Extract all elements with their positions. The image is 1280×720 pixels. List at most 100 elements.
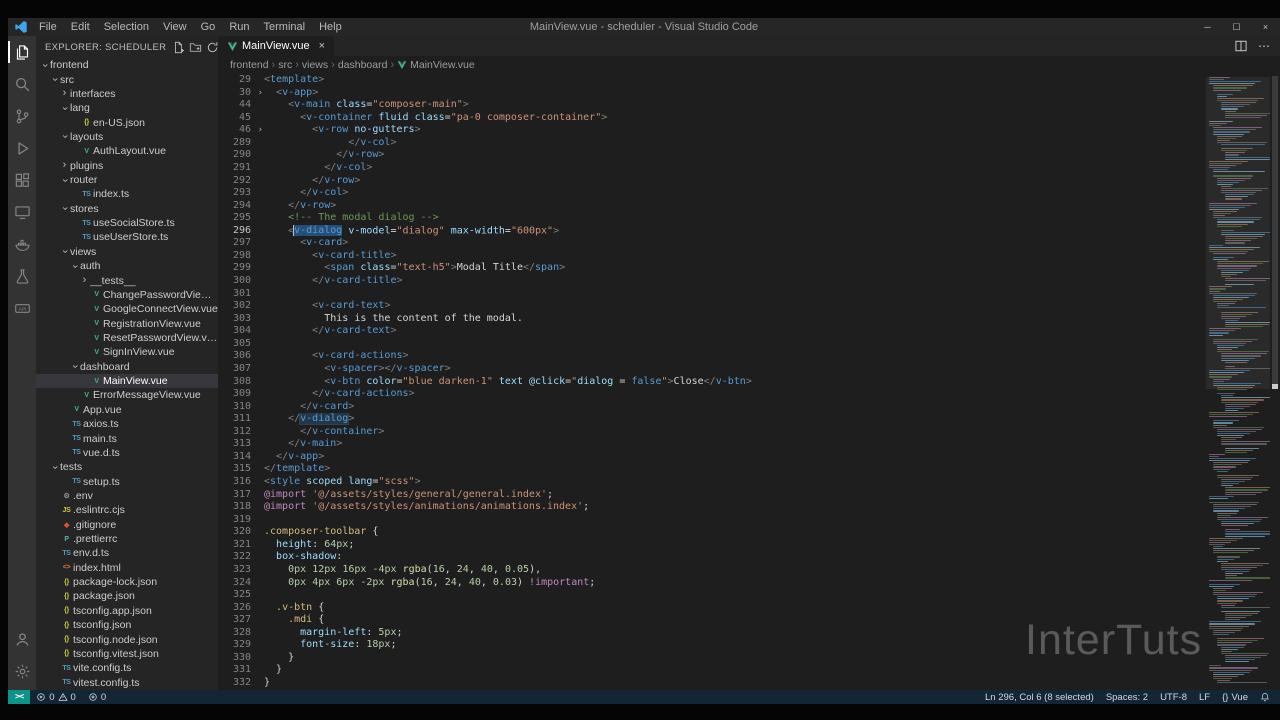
- code-line[interactable]: 296 <v-dialog v-model="dialog" max-width…: [218, 224, 1206, 238]
- activity-accounts-icon[interactable]: [8, 623, 36, 655]
- activity-explorer-icon[interactable]: [8, 36, 36, 68]
- tab-mainview[interactable]: MainView.vue ×: [218, 36, 335, 56]
- breadcrumb-item[interactable]: views: [302, 59, 328, 71]
- code-line[interactable]: 301: [218, 288, 1206, 301]
- tree-item[interactable]: V SignInView.vue: [36, 345, 218, 359]
- minimap[interactable]: [1206, 74, 1270, 690]
- code-line[interactable]: 300 </v-card-title>: [218, 275, 1206, 288]
- tree-item[interactable]: {} tsconfig.vitest.json: [36, 647, 218, 661]
- tree-item[interactable]: › auth: [36, 259, 218, 273]
- activity-remote-explorer-icon[interactable]: [8, 196, 36, 228]
- code-line[interactable]: 309 </v-card-actions>: [218, 388, 1206, 401]
- code-line[interactable]: 311 </v-dialog>: [218, 413, 1206, 426]
- scrollbar-thumb[interactable]: [1272, 76, 1278, 388]
- code-line[interactable]: 325: [218, 589, 1206, 602]
- menu-selection[interactable]: Selection: [97, 18, 156, 36]
- code-line[interactable]: 298 <v-card-title>: [218, 250, 1206, 263]
- tree-item[interactable]: › interfaces: [36, 87, 218, 101]
- breadcrumb-item[interactable]: src: [278, 59, 292, 71]
- tree-item[interactable]: {} tsconfig.json: [36, 618, 218, 632]
- tree-item[interactable]: › stores: [36, 202, 218, 216]
- tree-item[interactable]: › layouts: [36, 130, 218, 144]
- code-line[interactable]: 294 </v-row>: [218, 200, 1206, 213]
- code-line[interactable]: 319: [218, 514, 1206, 527]
- tree-item[interactable]: TS main.ts: [36, 431, 218, 445]
- code-line[interactable]: 292 </v-row>: [218, 175, 1206, 188]
- code-line[interactable]: 313 </v-main>: [218, 438, 1206, 451]
- code-line[interactable]: 30 › <v-app>: [218, 87, 1206, 100]
- code-line[interactable]: 324 0px 4px 6px -2px rgba(16, 24, 40, 0.…: [218, 577, 1206, 590]
- tree-item[interactable]: V ResetPasswordView.vue: [36, 331, 218, 345]
- code-line[interactable]: 317 @import '@/assets/styles/general/gene…: [218, 489, 1206, 502]
- code-line[interactable]: 310 </v-card>: [218, 401, 1206, 414]
- activity-testing-icon[interactable]: [8, 260, 36, 292]
- code-line[interactable]: 331 }: [218, 664, 1206, 677]
- code-line[interactable]: 308 <v-btn color="blue darken-1" text @c…: [218, 376, 1206, 389]
- breadcrumb-item[interactable]: MainView.vue: [397, 59, 475, 71]
- tree-item[interactable]: › src: [36, 72, 218, 86]
- code-line[interactable]: 307 <v-spacer></v-spacer>: [218, 363, 1206, 376]
- code-line[interactable]: 316 <style scoped lang="scss">: [218, 476, 1206, 489]
- tree-item[interactable]: › frontend: [36, 58, 218, 72]
- status-extra-indicator[interactable]: 0: [82, 692, 112, 703]
- menu-edit[interactable]: Edit: [64, 18, 97, 36]
- maximize-button[interactable]: ☐: [1222, 18, 1251, 36]
- activity-extensions-icon[interactable]: [8, 164, 36, 196]
- code-line[interactable]: 45 <v-container fluid class="pa-0 compos…: [218, 112, 1206, 125]
- tree-item[interactable]: TS vue.d.ts: [36, 446, 218, 460]
- minimize-button[interactable]: ─: [1193, 18, 1222, 36]
- tree-item[interactable]: {} tsconfig.app.json: [36, 604, 218, 618]
- tree-item[interactable]: P .prettierrc: [36, 532, 218, 546]
- code-line[interactable]: 314 </v-app>: [218, 451, 1206, 464]
- tree-item[interactable]: V AuthLayout.vue: [36, 144, 218, 158]
- eol-indicator[interactable]: LF: [1193, 692, 1216, 703]
- tree-item[interactable]: › plugins: [36, 159, 218, 173]
- code-line[interactable]: 320 .composer-toolbar {: [218, 526, 1206, 539]
- code-line[interactable]: 44 <v-main class="composer-main">: [218, 99, 1206, 112]
- tree-item[interactable]: TS env.d.ts: [36, 546, 218, 560]
- tree-item[interactable]: {} tsconfig.node.json: [36, 632, 218, 646]
- activity-settings-icon[interactable]: [8, 655, 36, 687]
- encoding-indicator[interactable]: UTF-8: [1154, 692, 1193, 703]
- code-line[interactable]: 299 <span class="text-h5">Modal Title</s…: [218, 262, 1206, 275]
- code-line[interactable]: 315 </template>: [218, 463, 1206, 476]
- code-line[interactable]: 291 </v-col>: [218, 162, 1206, 175]
- tree-item[interactable]: › router: [36, 173, 218, 187]
- remote-indicator[interactable]: ><: [8, 690, 31, 704]
- new-file-icon[interactable]: [171, 40, 185, 54]
- menu-terminal[interactable]: Terminal: [257, 18, 313, 36]
- code-line[interactable]: 293 </v-col>: [218, 187, 1206, 200]
- tree-item[interactable]: TS vitest.config.ts: [36, 675, 218, 689]
- tree-item[interactable]: V GoogleConnectView.vue: [36, 302, 218, 316]
- tree-item[interactable]: › dashboard: [36, 360, 218, 374]
- activity-run-debug-icon[interactable]: [8, 132, 36, 164]
- menu-help[interactable]: Help: [312, 18, 349, 36]
- tree-item[interactable]: › __tests__: [36, 273, 218, 287]
- menu-view[interactable]: View: [156, 18, 194, 36]
- tree-item[interactable]: TS index.ts: [36, 187, 218, 201]
- fold-chevron-icon[interactable]: ›: [258, 87, 263, 100]
- code-line[interactable]: 46 › <v-row no-gutters>: [218, 124, 1206, 137]
- menu-run[interactable]: Run: [222, 18, 256, 36]
- tree-item[interactable]: V App.vue: [36, 403, 218, 417]
- activity-api-client-icon[interactable]: API: [8, 292, 36, 324]
- code-line[interactable]: 326 .v-btn {: [218, 602, 1206, 615]
- code-line[interactable]: 304 </v-card-text>: [218, 325, 1206, 338]
- more-actions-icon[interactable]: ⋯: [1258, 40, 1270, 52]
- code-line[interactable]: 321 height: 64px;: [218, 539, 1206, 552]
- language-indicator[interactable]: {} Vue: [1216, 692, 1254, 703]
- tree-item[interactable]: ⚙ .env: [36, 489, 218, 503]
- tree-item[interactable]: {} package.json: [36, 589, 218, 603]
- split-editor-icon[interactable]: [1234, 39, 1248, 53]
- tree-item[interactable]: TS useUserStore.ts: [36, 230, 218, 244]
- tab-close-icon[interactable]: ×: [319, 40, 325, 52]
- tree-item[interactable]: <> index.html: [36, 561, 218, 575]
- tree-item[interactable]: TS setup.ts: [36, 474, 218, 488]
- notifications-button[interactable]: [1254, 692, 1276, 702]
- tree-item[interactable]: V RegistrationView.vue: [36, 316, 218, 330]
- tree-item[interactable]: V ChangePasswordView.vue: [36, 288, 218, 302]
- code-line[interactable]: 332}: [218, 677, 1206, 690]
- code-line[interactable]: 318 @import '@/assets/styles/animations/a…: [218, 501, 1206, 514]
- fold-chevron-icon[interactable]: ›: [258, 124, 263, 137]
- vertical-scrollbar[interactable]: [1270, 74, 1280, 690]
